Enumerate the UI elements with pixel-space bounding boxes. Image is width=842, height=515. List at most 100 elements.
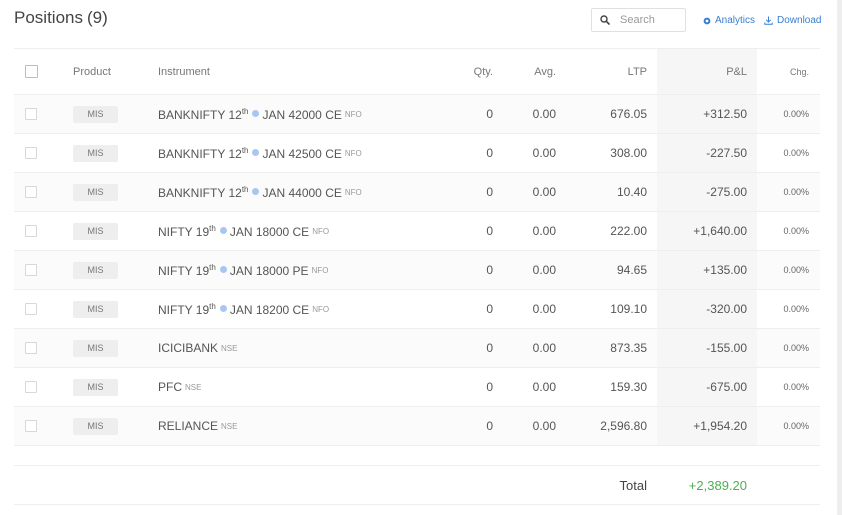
- product-tag: MIS: [73, 417, 118, 435]
- exchange-label: NSE: [221, 343, 238, 353]
- instrument-symbol: NIFTY 19: [158, 263, 210, 278]
- col-header-instrument[interactable]: Instrument: [158, 49, 210, 94]
- instrument-cell[interactable]: NIFTY 19th JAN 18000 CE NFO: [158, 212, 329, 250]
- table-row[interactable]: MIS BANKNIFTY 12th JAN 44000 CE NFO 0 0.00 10.…: [14, 173, 820, 212]
- product-cell: MIS: [73, 134, 118, 172]
- search-input[interactable]: [620, 14, 680, 26]
- product-cell: MIS: [73, 173, 118, 211]
- table-row[interactable]: MIS BANKNIFTY 12th JAN 42000 CE NFO 0 0.00 676…: [14, 95, 820, 134]
- product-tag: MIS: [73, 300, 118, 318]
- search-box[interactable]: [591, 8, 686, 32]
- product-cell: MIS: [73, 407, 118, 445]
- total-row: Total +2,389.20: [14, 465, 820, 505]
- exchange-label: NFO: [344, 148, 362, 158]
- row-select-cell: [25, 173, 37, 211]
- instrument-name: BANKNIFTY 12th JAN 42500 CE: [158, 146, 342, 161]
- instrument-cell[interactable]: BANKNIFTY 12th JAN 44000 CE NFO: [158, 173, 362, 211]
- scrollbar-track[interactable]: [837, 0, 842, 515]
- exchange-label: NFO: [312, 226, 330, 236]
- row-checkbox[interactable]: [25, 225, 37, 237]
- instrument-cell[interactable]: RELIANCE NSE: [158, 407, 237, 445]
- weekly-expiry-icon: [252, 187, 260, 195]
- weekly-expiry-icon: [219, 265, 227, 273]
- row-select-cell: [25, 329, 37, 367]
- table-row[interactable]: MIS NIFTY 19th JAN 18000 CE NFO 0 0.00 222.00 +…: [14, 212, 820, 251]
- chg-cell: 0.00%: [783, 382, 809, 392]
- analytics-link[interactable]: Analytics: [703, 15, 755, 26]
- page-title: Positions (9): [14, 8, 108, 28]
- instrument-symbol: BANKNIFTY 12: [158, 146, 242, 161]
- row-checkbox[interactable]: [25, 108, 37, 120]
- download-link[interactable]: Download: [764, 15, 821, 26]
- row-checkbox[interactable]: [25, 303, 37, 315]
- table-row[interactable]: MIS PFC NSE 0 0.00 159.30 -675.00 0.00%: [14, 368, 820, 407]
- chg-cell: 0.00%: [783, 265, 809, 275]
- product-cell: MIS: [73, 329, 118, 367]
- table-row[interactable]: MIS NIFTY 19th JAN 18000 PE NFO 0 0.00 94.65 +1…: [14, 251, 820, 290]
- analytics-label: Analytics: [715, 15, 756, 26]
- row-select-cell: [25, 212, 37, 250]
- instrument-symbol: ICICIBANK: [158, 341, 219, 355]
- row-select-cell: [25, 290, 37, 328]
- qty-cell: 0: [486, 341, 493, 355]
- col-header-pnl[interactable]: P&L: [726, 49, 747, 94]
- product-tag: MIS: [73, 339, 118, 357]
- select-all-checkbox[interactable]: [25, 65, 38, 78]
- positions-table: Product Instrument Qty. Avg. LTP P&L Chg…: [14, 48, 820, 446]
- instrument-cell[interactable]: NIFTY 19th JAN 18200 CE NFO: [158, 290, 329, 328]
- weekly-expiry-icon: [252, 109, 260, 117]
- instrument-symbol: NIFTY 19: [158, 302, 210, 317]
- row-checkbox[interactable]: [25, 381, 37, 393]
- avg-cell: 0.00: [532, 107, 556, 121]
- table-row[interactable]: MIS RELIANCE NSE 0 0.00 2,596.80 +1,954.20 0.00…: [14, 407, 820, 446]
- pnl-cell: +312.50: [703, 107, 747, 121]
- instrument-name: RELIANCE: [158, 419, 218, 433]
- col-header-product[interactable]: Product: [73, 49, 111, 94]
- avg-cell: 0.00: [532, 146, 556, 160]
- row-checkbox[interactable]: [25, 342, 37, 354]
- chg-cell: 0.00%: [783, 421, 809, 431]
- pnl-cell: -155.00: [706, 341, 747, 355]
- total-value: +2,389.20: [688, 477, 747, 493]
- instrument-day-suffix: th: [209, 262, 216, 272]
- qty-cell: 0: [486, 185, 493, 199]
- product-cell: MIS: [73, 290, 118, 328]
- instrument-contract: JAN 42000 CE: [262, 107, 342, 122]
- analytics-icon: [703, 17, 711, 24]
- pnl-cell: -675.00: [706, 380, 747, 394]
- avg-cell: 0.00: [532, 380, 556, 394]
- instrument-symbol: RELIANCE: [158, 419, 219, 433]
- pnl-cell: -227.50: [706, 146, 747, 160]
- instrument-cell[interactable]: BANKNIFTY 12th JAN 42000 CE NFO: [158, 95, 362, 133]
- instrument-name: PFC: [158, 380, 182, 394]
- table-row[interactable]: MIS BANKNIFTY 12th JAN 42500 CE NFO 0 0.00 308…: [14, 134, 820, 173]
- exchange-label: NFO: [344, 187, 362, 197]
- total-label: Total: [619, 477, 647, 493]
- table-row[interactable]: MIS ICICIBANK NSE 0 0.00 873.35 -155.00 0.00%: [14, 329, 820, 368]
- qty-cell: 0: [486, 107, 493, 121]
- instrument-cell[interactable]: ICICIBANK NSE: [158, 329, 237, 367]
- instrument-day-suffix: th: [241, 106, 249, 116]
- instrument-cell[interactable]: NIFTY 19th JAN 18000 PE NFO: [158, 251, 328, 289]
- pnl-cell: +1,640.00: [693, 224, 747, 238]
- instrument-cell[interactable]: BANKNIFTY 12th JAN 42500 CE NFO: [158, 134, 362, 172]
- col-header-qty[interactable]: Qty.: [474, 49, 493, 94]
- col-header-ltp[interactable]: LTP: [628, 49, 647, 94]
- col-header-chg[interactable]: Chg.: [790, 49, 809, 94]
- col-header-avg[interactable]: Avg.: [534, 49, 556, 94]
- instrument-contract: JAN 18000 PE: [229, 263, 309, 278]
- row-checkbox[interactable]: [25, 186, 37, 198]
- chg-cell: 0.00%: [783, 343, 809, 353]
- avg-cell: 0.00: [532, 263, 556, 277]
- table-row[interactable]: MIS NIFTY 19th JAN 18200 CE NFO 0 0.00 109.10 -…: [14, 290, 820, 329]
- download-label: Download: [777, 15, 822, 26]
- ltp-cell: 109.10: [610, 302, 647, 316]
- row-checkbox[interactable]: [25, 420, 37, 432]
- row-checkbox[interactable]: [25, 147, 37, 159]
- avg-cell: 0.00: [532, 185, 556, 199]
- instrument-name: BANKNIFTY 12th JAN 42000 CE: [158, 107, 342, 122]
- instrument-cell[interactable]: PFC NSE: [158, 368, 201, 406]
- chg-cell: 0.00%: [783, 187, 809, 197]
- row-checkbox[interactable]: [25, 264, 37, 276]
- chg-cell: 0.00%: [783, 148, 809, 158]
